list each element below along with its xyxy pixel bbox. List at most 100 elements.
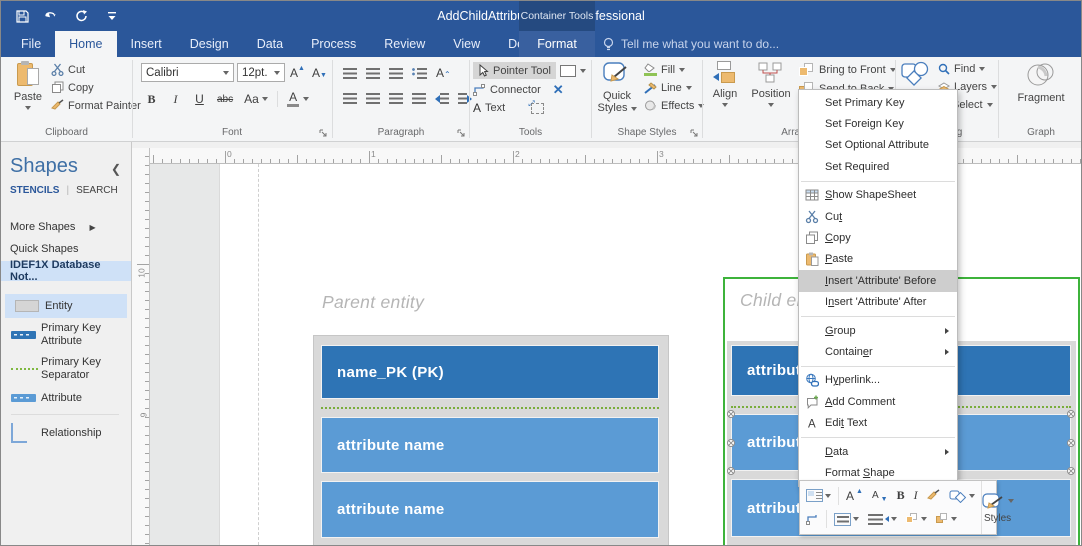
align-middle-icon[interactable] — [366, 67, 380, 79]
context-menu-item-insert-attribute-before[interactable]: Insert 'Attribute' Before — [799, 270, 957, 292]
tab-insert[interactable]: Insert — [117, 31, 176, 57]
context-menu-item-hyperlink[interactable]: Hyperlink... — [799, 370, 957, 391]
mini-bring-front-button[interactable] — [904, 509, 929, 529]
active-stencil-tab[interactable]: IDEF1X Database Not... — [1, 259, 131, 283]
grow-font-button[interactable]: A ▲ — [288, 64, 307, 82]
mini-align-button[interactable] — [866, 509, 899, 529]
context-menu-item-show-shapesheet[interactable]: Show ShapeSheet — [799, 185, 957, 206]
fragment-button[interactable]: Fragment — [1011, 61, 1071, 104]
context-menu-item-copy[interactable]: Copy — [799, 227, 957, 248]
tab-format[interactable]: Format — [519, 31, 595, 57]
font-family-combo[interactable]: Calibri — [141, 63, 234, 82]
bold-button[interactable]: B — [143, 90, 160, 108]
tab-view[interactable]: View — [439, 31, 494, 57]
context-menu-item-data[interactable]: Data — [799, 441, 957, 462]
font-color-button[interactable]: A — [285, 90, 310, 108]
line-button[interactable]: Line — [644, 82, 704, 94]
shape-styles-dialog-launcher[interactable] — [690, 129, 699, 138]
mini-styles-button[interactable]: Styles — [980, 481, 1014, 534]
parent-entity-title[interactable]: Parent entity — [322, 292, 424, 313]
bring-to-front-button[interactable]: Bring to Front — [799, 63, 896, 77]
effects-button[interactable]: Effects — [644, 100, 705, 112]
selection-handle[interactable] — [727, 438, 735, 447]
tab-design[interactable]: Design — [176, 31, 243, 57]
align-center-icon[interactable] — [366, 93, 380, 104]
redo-icon[interactable] — [73, 8, 91, 24]
context-menu-item-container[interactable]: Container — [799, 341, 957, 362]
align-top-icon[interactable] — [343, 67, 357, 79]
align-button[interactable]: Align — [707, 61, 743, 107]
cut-button[interactable]: Cut — [51, 63, 141, 76]
context-menu-item-add-comment[interactable]: Add Comment — [799, 391, 957, 412]
stencil-shape-primary-key-separator[interactable]: Primary Key Separator — [1, 352, 131, 386]
stencil-shape-entity[interactable]: Entity — [5, 294, 127, 318]
font-dialog-launcher[interactable] — [319, 129, 328, 138]
shrink-font-button[interactable]: A ▼ — [310, 64, 329, 82]
quick-styles-button[interactable]: Quick Styles — [596, 61, 638, 114]
mini-connector-button[interactable] — [804, 509, 821, 529]
font-size-combo[interactable]: 12pt. — [237, 63, 285, 82]
stencil-shape-attribute[interactable]: Attribute — [1, 386, 131, 410]
format-painter-button[interactable]: Format Painter — [51, 99, 141, 112]
save-icon[interactable] — [13, 8, 31, 24]
decrease-indent-icon[interactable] — [435, 93, 449, 104]
rectangle-tool-button[interactable] — [559, 64, 586, 77]
shape-text-style-button[interactable] — [804, 486, 833, 506]
undo-icon[interactable] — [43, 8, 61, 24]
quick-shapes-button[interactable]: Quick Shapes — [1, 240, 131, 258]
mini-bold-button[interactable]: B — [895, 486, 907, 506]
tab-file[interactable]: File — [7, 31, 55, 57]
selection-handle[interactable] — [727, 410, 735, 418]
strikethrough-button[interactable]: abc — [215, 90, 235, 108]
context-menu-item-set-foreign-key[interactable]: Set Foreign Key — [799, 113, 957, 134]
connector-tool-button[interactable]: Connector — [473, 84, 541, 96]
selection-handle[interactable] — [727, 467, 735, 475]
align-bottom-icon[interactable] — [389, 67, 403, 79]
paragraph-dialog-launcher[interactable] — [457, 129, 466, 138]
context-menu-item-insert-attribute-after[interactable]: Insert 'Attribute' After — [799, 292, 957, 313]
underline-button[interactable]: U — [191, 90, 208, 108]
parent-attribute-bar[interactable]: attribute name — [321, 481, 659, 538]
paste-button[interactable]: Paste — [9, 61, 47, 110]
mini-grow-font-button[interactable]: A ▲ — [844, 486, 865, 506]
stencil-shape-relationship[interactable]: Relationship — [1, 419, 131, 447]
context-menu-item-edit-text[interactable]: A Edit Text — [799, 412, 957, 433]
text-direction-icon[interactable]: A⌃ — [436, 66, 451, 80]
mini-text-align-button[interactable] — [832, 509, 861, 529]
connection-point-icon[interactable]: ✕ — [553, 82, 564, 98]
parent-pk-bar[interactable]: name_PK (PK) — [321, 345, 659, 399]
mini-change-shape-button[interactable] — [947, 486, 977, 506]
bullets-icon[interactable] — [412, 67, 427, 79]
mini-shrink-font-button[interactable]: A ▼ — [870, 486, 890, 506]
context-menu-item-set-required[interactable]: Set Required — [799, 156, 957, 177]
mini-format-painter-button[interactable] — [925, 486, 942, 506]
selection-handle[interactable] — [1067, 438, 1075, 447]
justify-icon[interactable] — [412, 93, 426, 104]
more-shapes-button[interactable]: More Shapes ▶ — [1, 218, 131, 236]
selection-handle[interactable] — [1067, 467, 1075, 475]
fill-button[interactable]: Fill — [644, 63, 704, 76]
context-menu-item-paste[interactable]: Paste — [799, 249, 957, 270]
stencil-shape-primary-key-attribute[interactable]: Primary Key Attribute — [1, 318, 131, 352]
copy-button[interactable]: Copy — [51, 81, 141, 94]
find-button[interactable]: Find — [938, 63, 997, 75]
italic-button[interactable]: I — [167, 90, 184, 108]
align-right-icon[interactable] — [389, 93, 403, 104]
tab-process[interactable]: Process — [297, 31, 370, 57]
align-left-icon[interactable] — [343, 93, 357, 104]
stencils-tab[interactable]: STENCILS — [10, 185, 59, 196]
mini-send-back-button[interactable] — [934, 509, 959, 529]
mini-italic-button[interactable]: I — [912, 486, 920, 506]
tab-review[interactable]: Review — [370, 31, 439, 57]
tab-data[interactable]: Data — [243, 31, 297, 57]
tell-me-box[interactable]: Tell me what you want to do... — [603, 31, 779, 57]
text-tool-button[interactable]: A Text — [473, 101, 505, 115]
change-case-button[interactable]: Aa — [242, 90, 270, 108]
position-button[interactable]: Position — [749, 61, 793, 107]
context-menu-item-group[interactable]: Group — [799, 320, 957, 341]
collapse-panel-icon[interactable]: ❮ — [111, 162, 121, 176]
search-tab[interactable]: SEARCH — [76, 185, 118, 196]
context-menu-item-cut[interactable]: Cut — [799, 206, 957, 227]
parent-attribute-bar[interactable]: attribute name — [321, 417, 659, 473]
pointer-tool-button[interactable]: Pointer Tool — [473, 62, 556, 79]
